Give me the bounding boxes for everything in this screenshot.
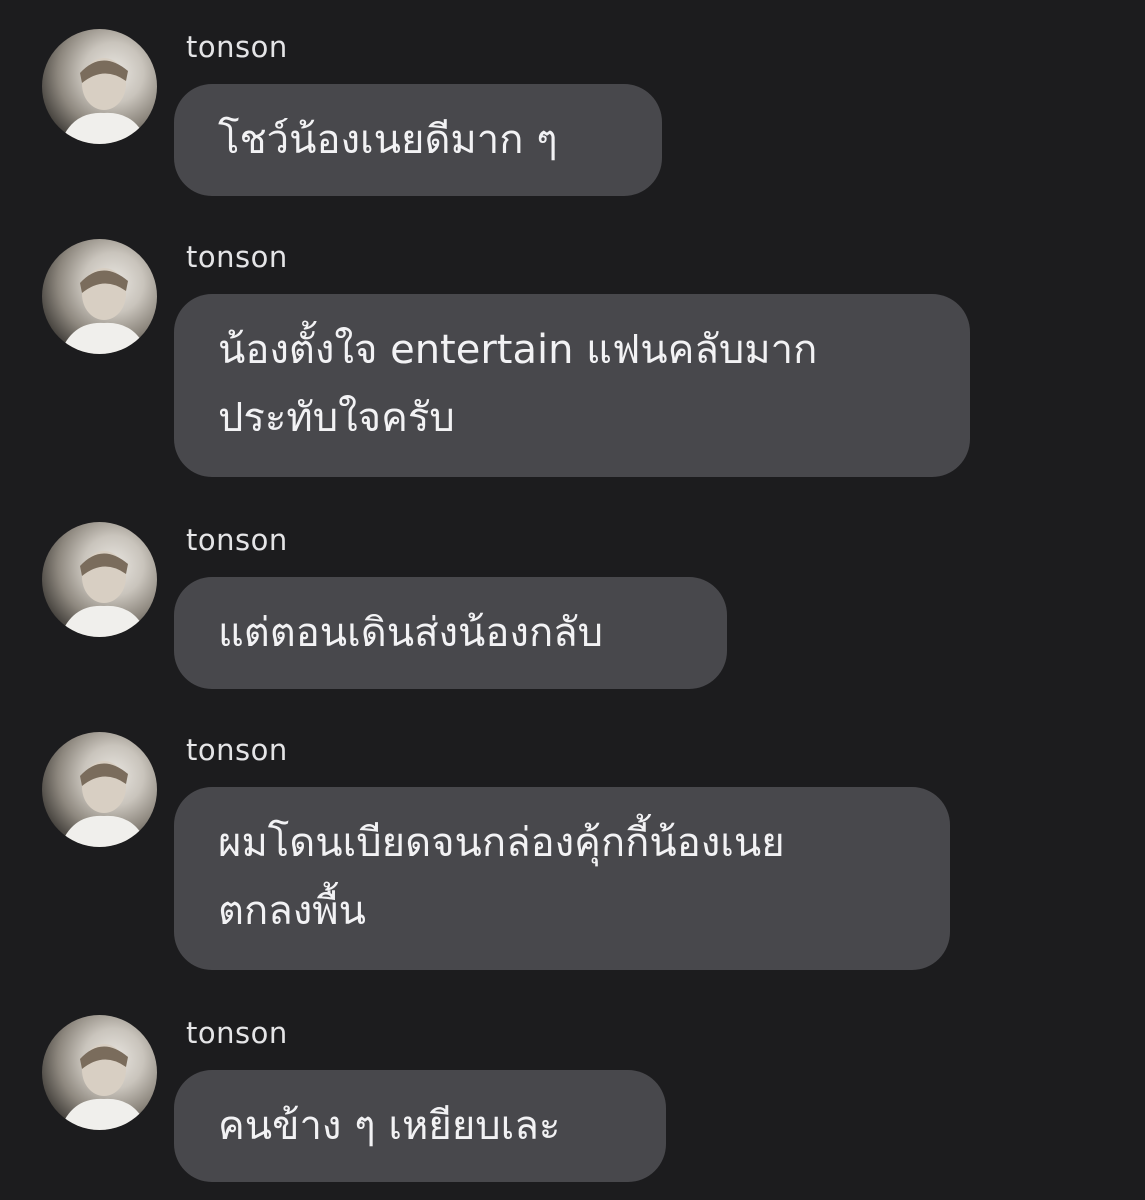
user-avatar-icon[interactable] xyxy=(42,1015,157,1130)
message-bubble: ผมโดนเบียดจนกล่องคุ้กกี้น้องเนย ตกลงพื้น xyxy=(174,787,950,970)
message-bubble: น้องตั้งใจ entertain แฟนคลับมาก ประทับใจ… xyxy=(174,294,970,477)
message-bubble: คนข้าง ๆ เหยียบเละ xyxy=(174,1070,666,1182)
user-avatar-icon[interactable] xyxy=(42,239,157,354)
chat-thread: tonson โชว์น้องเนยดีมาก ๆ tonson น้องตั้… xyxy=(0,0,1145,1200)
user-avatar-icon[interactable] xyxy=(42,522,157,637)
sender-name: tonson xyxy=(186,523,288,557)
sender-name: tonson xyxy=(186,733,288,767)
sender-name: tonson xyxy=(186,1016,288,1050)
sender-name: tonson xyxy=(186,240,288,274)
message-bubble: โชว์น้องเนยดีมาก ๆ xyxy=(174,84,662,196)
sender-name: tonson xyxy=(186,30,288,64)
user-avatar-icon[interactable] xyxy=(42,732,157,847)
user-avatar-icon[interactable] xyxy=(42,29,157,144)
message-bubble: แต่ตอนเดินส่งน้องกลับ xyxy=(174,577,727,689)
